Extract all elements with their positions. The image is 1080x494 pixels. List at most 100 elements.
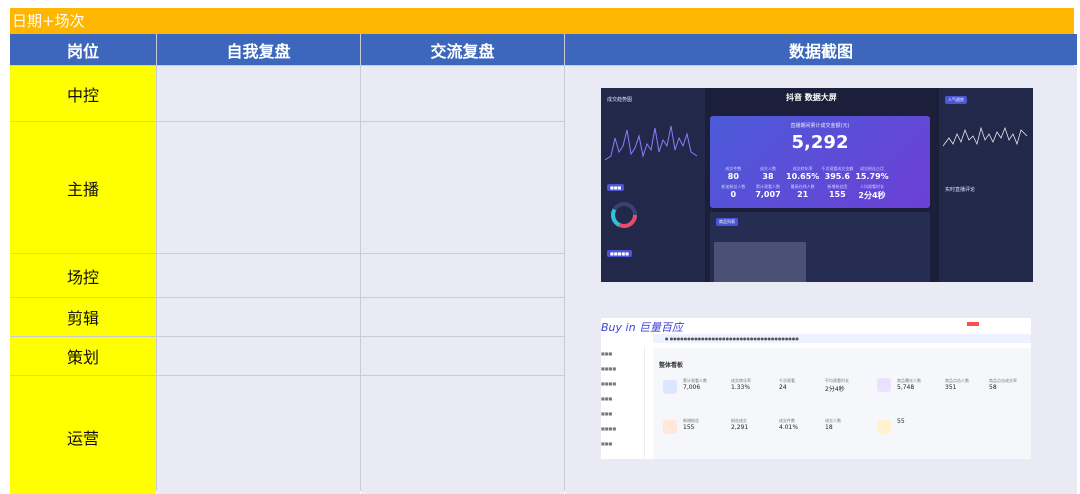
role-cell: 剪辑 — [10, 298, 156, 336]
tab-label: ■■■ — [607, 184, 625, 191]
role-cell: 运营 — [10, 376, 156, 494]
metric-value: 5,748 — [897, 384, 915, 391]
sidebar-item[interactable]: ■■■ — [601, 351, 644, 361]
product-tag: 商品列表 — [716, 218, 738, 226]
dashboard-right-panel: 人气趋势 实时直播评论 — [939, 88, 1033, 282]
realtime-comment-title: 实时直播评论 — [945, 187, 976, 193]
metric: 累计观看人数 7,006 — [683, 378, 707, 391]
metric: 商品点击人数 351 — [945, 378, 969, 391]
popularity-tab: 人气趋势 — [945, 96, 967, 104]
header-role: 岗位 — [10, 34, 156, 65]
metric-value: 24 — [779, 384, 787, 391]
role-cell: 场控 — [10, 254, 156, 297]
metric-value: 1.33% — [731, 384, 751, 391]
metric-icon — [663, 420, 677, 434]
kpi: 千次观看成交金额 395.6 — [820, 166, 855, 181]
metric: 成交转化率 1.33% — [731, 378, 751, 391]
product-image-placeholder — [714, 242, 806, 282]
kpi-value: 38 — [762, 172, 774, 181]
metric-icon — [877, 420, 891, 434]
trend-chart — [605, 125, 698, 161]
metric: 平均观看时长 2分4秒 — [825, 378, 849, 393]
header-exchange-review: 交流复盘 — [361, 34, 564, 65]
metric-label: 商品曝光人数 — [897, 378, 921, 383]
kpi: 新加粉丝人数 0 — [716, 184, 751, 201]
role-cell: 中控 — [10, 66, 156, 121]
metric-value: 4.01% — [779, 424, 799, 431]
kpi: 成交转化率 10.65% — [785, 166, 820, 181]
popularity-chart — [943, 126, 1028, 147]
metric: 粉丝成交 2,291 — [731, 418, 748, 431]
exchange-review-cell[interactable] — [361, 376, 564, 494]
metric-value: 7,006 — [683, 384, 701, 391]
sidebar-item[interactable]: ■■■ — [601, 411, 644, 421]
exchange-review-cell[interactable] — [361, 298, 564, 336]
title-bar: 日期+场次 — [10, 8, 1074, 34]
kpi-value: 80 — [727, 172, 739, 181]
metric-value: 55 — [897, 418, 905, 425]
kpi: 人均观看时长 2分4秒 — [855, 184, 890, 201]
self-review-cell[interactable] — [157, 66, 360, 121]
kpi-value: 395.6 — [824, 172, 850, 181]
metric-label: 千次观看 — [779, 378, 795, 383]
metric-label: 粉丝成交 — [731, 418, 747, 423]
self-review-cell[interactable] — [157, 337, 360, 375]
metric-value: 58 — [989, 384, 997, 391]
self-review-cell[interactable] — [157, 122, 360, 253]
sidebar-item[interactable]: ■■■■ — [601, 381, 644, 391]
gmv-card: 直播期间累计成交金额(元) 5,292 成交件数 80 成交人数 38 成交转化率 1… — [710, 116, 930, 208]
kpi-value: 7,007 — [755, 190, 781, 199]
kpi — [889, 184, 924, 201]
sidebar-item[interactable]: ■■■■ — [601, 426, 644, 436]
sidebar-item[interactable]: ■■■■ — [601, 366, 644, 376]
notice-bar: ● ●●●●●●●●●●●●●●●●●●●●●●●●●●●●●●●●●●●●● — [653, 334, 1031, 343]
metric: 新增粉丝 155 — [683, 418, 699, 431]
metric: 商品曝光人数 5,748 — [897, 378, 921, 391]
metric-value: 2分4秒 — [825, 386, 845, 393]
live-dashboard-screenshot: 成交趋势图 ■■■ ■■■■■ 抖音 数据大屏 直播期间累计成交金额(元) 5,… — [601, 88, 1033, 282]
sidebar-item[interactable]: ■■■ — [601, 396, 644, 406]
header-data-screenshot: 数据截图 — [565, 34, 1077, 65]
exchange-review-cell[interactable] — [361, 254, 564, 297]
metric-value: 155 — [683, 424, 695, 431]
kpi-value: 0 — [730, 190, 737, 199]
role-cell: 策划 — [10, 337, 156, 375]
metric-value: 351 — [945, 384, 957, 391]
metric-value: 18 — [825, 424, 833, 431]
kpi: 累计观看人数 7,007 — [751, 184, 786, 201]
overall-board: 整体看板 累计观看人数 7,006 成交转化率 1.33% 千次观看 24 平均观看时… — [653, 348, 1031, 459]
review-table: 岗位 自我复盘 交流复盘 数据截图 中控 主播 场控 剪辑 策划 运营 成交趋势… — [10, 34, 1077, 494]
user-badge — [967, 322, 979, 326]
kpi: 成交粉丝占比 15.79% — [855, 166, 890, 181]
metric: 千次观看 24 — [779, 378, 795, 391]
buyin-dashboard-screenshot: Buy in 巨量百应 ● ●●●●●●●●●●●●●●●●●●●●●●●●●●… — [601, 318, 1031, 459]
role-cell: 主播 — [10, 122, 156, 253]
metric-value: 2,291 — [731, 424, 749, 431]
exchange-review-cell[interactable] — [361, 122, 564, 253]
trend-title: 成交趋势图 — [607, 97, 633, 103]
self-review-cell[interactable] — [157, 376, 360, 494]
metric: 成交人数 18 — [825, 418, 841, 431]
metric-icon — [663, 380, 677, 394]
kpi: 成交件数 80 — [716, 166, 751, 181]
metric-icon — [877, 378, 891, 392]
kpi: 新增粉丝团 155 — [820, 184, 855, 201]
kpi-value: 21 — [797, 190, 809, 199]
tab-label: ■■■■■ — [607, 250, 632, 257]
metric: 成交件数 4.01% — [779, 418, 798, 431]
metric-label: 成交件数 — [779, 418, 795, 423]
kpi-value: 10.65% — [786, 172, 820, 181]
header-self-review: 自我复盘 — [157, 34, 360, 65]
self-review-cell[interactable] — [157, 254, 360, 297]
exchange-review-cell[interactable] — [361, 337, 564, 375]
buyin-sidebar: ■■■ ■■■■ ■■■■ ■■■ ■■■ ■■■■ ■■■ — [601, 346, 645, 459]
donut-chart — [611, 202, 637, 228]
self-review-cell[interactable] — [157, 298, 360, 336]
sidebar-item[interactable]: ■■■ — [601, 441, 644, 451]
kpi-grid: 成交件数 80 成交人数 38 成交转化率 10.65% 千次观看成交金额 395.6 … — [716, 166, 924, 201]
dashboard-brand: 抖音 数据大屏 — [786, 93, 837, 102]
kpi-value: 155 — [828, 190, 846, 199]
exchange-review-cell[interactable] — [361, 66, 564, 121]
gmv-value: 5,292 — [791, 132, 849, 153]
metric-label: 成交人数 — [825, 418, 841, 423]
